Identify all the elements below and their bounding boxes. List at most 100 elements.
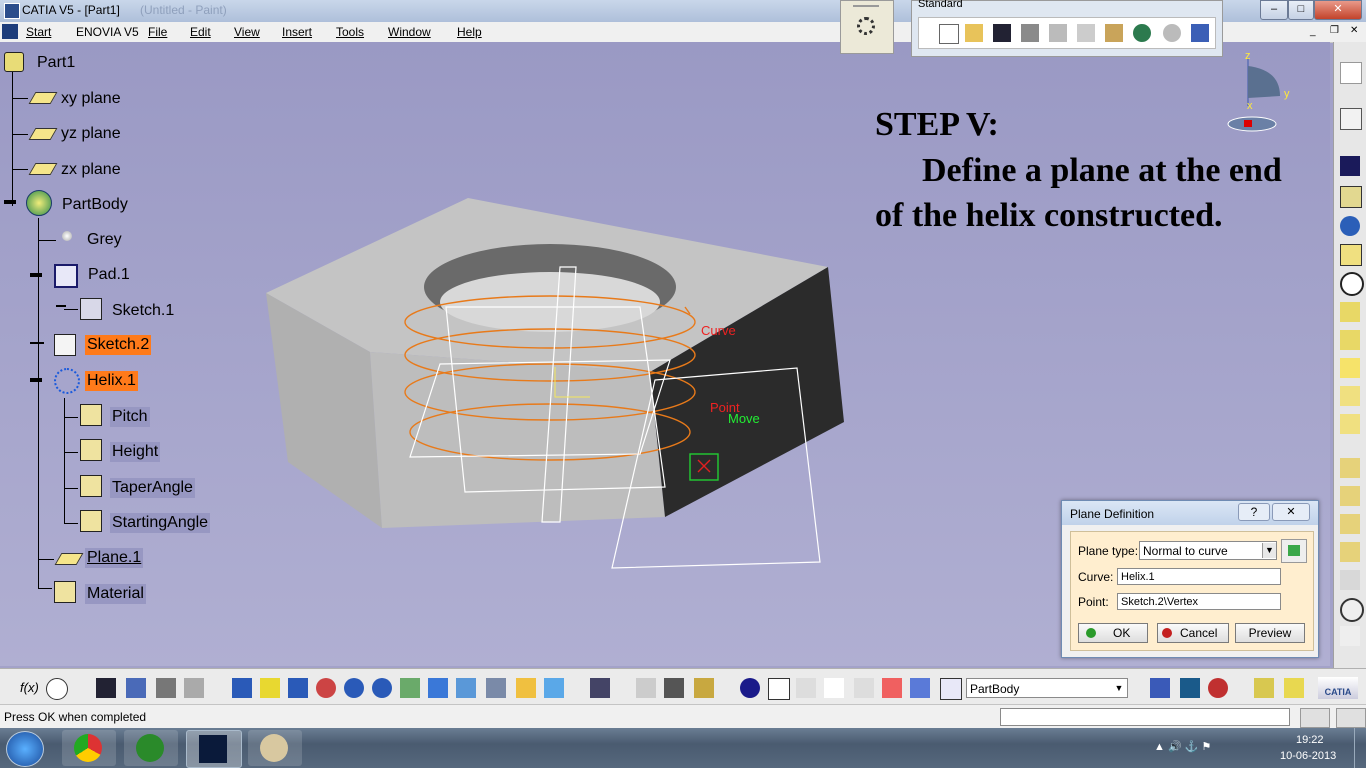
tree-item-sketch1[interactable]: Sketch.1 [110,301,176,321]
grid-icon[interactable] [854,678,874,698]
normal-view-icon[interactable] [400,678,420,698]
hex-nut-model[interactable] [260,192,860,592]
taskbar-utorrent[interactable] [124,730,178,766]
formula-button[interactable]: f(x) [20,680,39,695]
collapse-icon[interactable] [30,273,42,277]
rib-tool-icon[interactable] [1340,302,1360,322]
zoom-in-icon[interactable] [344,678,364,698]
plane-tool-icon[interactable] [940,678,962,700]
gear-icon[interactable] [857,17,875,35]
plane-icon[interactable] [28,128,58,140]
plane-icon[interactable] [28,163,58,175]
map-icon[interactable] [1180,678,1200,698]
undo-icon[interactable] [1133,24,1151,42]
snap-icon[interactable] [824,678,844,698]
fit-all-icon[interactable] [260,678,280,698]
tray-icons[interactable]: ▲ 🔊 ⚓ ⚑ [1154,740,1211,753]
fillet-tool-icon[interactable] [1340,458,1360,478]
menu-help[interactable]: Help [457,25,482,39]
shading-icon[interactable] [486,678,506,698]
open-icon[interactable] [965,24,983,42]
iso-view-icon[interactable] [456,678,476,698]
dialog-help-button[interactable]: ? [1238,503,1270,521]
sketch-icon[interactable] [54,334,76,356]
insert-body-icon[interactable] [1150,678,1170,698]
parameter-icon[interactable] [80,475,102,497]
power-input[interactable] [1000,708,1290,726]
material-sphere-icon[interactable] [62,231,72,241]
measure-between-icon[interactable] [636,678,656,698]
tree-item-startingangle[interactable]: StartingAngle [110,513,211,533]
chevron-down-icon[interactable]: ▼ [1262,543,1276,558]
copy-icon[interactable] [1077,24,1095,42]
pocket-tool-icon[interactable] [1340,186,1362,208]
tree-item-part1[interactable]: Part1 [35,53,77,73]
multi-section-icon[interactable] [1340,386,1360,406]
tree-item-grey[interactable]: Grey [85,230,124,250]
start-button[interactable] [6,731,44,767]
maximize-button[interactable]: □ [1288,0,1314,20]
slot-tool-icon[interactable] [1340,330,1360,350]
stiffener-tool-icon[interactable] [1340,358,1360,378]
draft-tool-icon[interactable] [1340,514,1360,534]
table-icon[interactable] [96,678,116,698]
menu-view[interactable]: View [234,25,260,39]
tree-item-sketch2[interactable]: Sketch.2 [85,335,152,355]
knowledge-icon[interactable] [126,678,146,698]
tree-item-xy-plane[interactable]: xy plane [59,89,123,109]
removed-section-icon[interactable] [1340,414,1360,434]
apply-material-icon[interactable] [694,678,714,698]
chevron-down-icon[interactable]: ▼ [1112,680,1126,696]
comment-icon[interactable] [46,678,68,700]
catia-app-icon[interactable] [4,3,20,19]
dimension-icon[interactable] [910,678,930,698]
plane-icon[interactable] [28,92,58,104]
point-field[interactable]: Sketch.2\Vertex [1117,593,1281,610]
whats-this-icon[interactable] [1191,24,1209,42]
property-icon[interactable] [1284,678,1304,698]
tree-item-yz-plane[interactable]: yz plane [59,124,123,144]
dialog-close-button[interactable]: ✕ [1272,503,1310,521]
layer-icon[interactable] [1254,678,1274,698]
clock-time[interactable]: 19:22 [1296,734,1324,746]
menu-window[interactable]: Window [388,25,431,39]
tree-item-pad1[interactable]: Pad.1 [86,265,132,285]
pan-icon[interactable] [288,678,308,698]
plane-icon[interactable] [54,553,84,565]
multi-view-icon[interactable] [428,678,448,698]
mirror-tool-icon[interactable] [1340,626,1360,646]
taskbar-paint[interactable] [248,730,302,766]
zoom-out-icon[interactable] [372,678,392,698]
swap-visible-icon[interactable] [544,678,564,698]
parameter-icon[interactable] [80,510,102,532]
collapse-icon[interactable] [4,200,16,204]
groove-tool-icon[interactable] [1340,244,1362,266]
shell-tool-icon[interactable] [1340,542,1360,562]
document-icon[interactable] [2,24,18,39]
menu-tools[interactable]: Tools [336,25,364,39]
redo-icon[interactable] [1163,24,1181,42]
ok-button[interactable]: OK [1078,623,1148,643]
menu-insert[interactable]: Insert [282,25,312,39]
tree-item-zx-plane[interactable]: zx plane [59,160,123,180]
sketcher-icon[interactable] [1340,108,1362,130]
show-desktop-button[interactable] [1354,728,1366,768]
gear-body-icon[interactable] [26,190,52,216]
print-icon[interactable] [1021,24,1039,42]
target-icon[interactable] [1208,678,1228,698]
doc-close-button[interactable]: ✕ [1350,25,1358,36]
chamfer-tool-icon[interactable] [1340,486,1360,506]
lock-icon[interactable] [156,678,176,698]
measure-item-icon[interactable] [664,678,684,698]
pad-icon[interactable] [54,264,78,288]
tree-item-height[interactable]: Height [110,442,161,462]
collapse-icon[interactable] [30,378,42,382]
thickness-tool-icon[interactable] [1340,570,1360,590]
power-input-lock-button[interactable] [1336,708,1366,728]
fly-mode-icon[interactable] [232,678,252,698]
menu-edit[interactable]: Edit [190,25,211,39]
rotate-icon[interactable] [316,678,336,698]
parameter-icon[interactable] [80,404,102,426]
compass-widget[interactable] [1222,46,1302,136]
menu-start[interactable]: Start [26,25,51,39]
